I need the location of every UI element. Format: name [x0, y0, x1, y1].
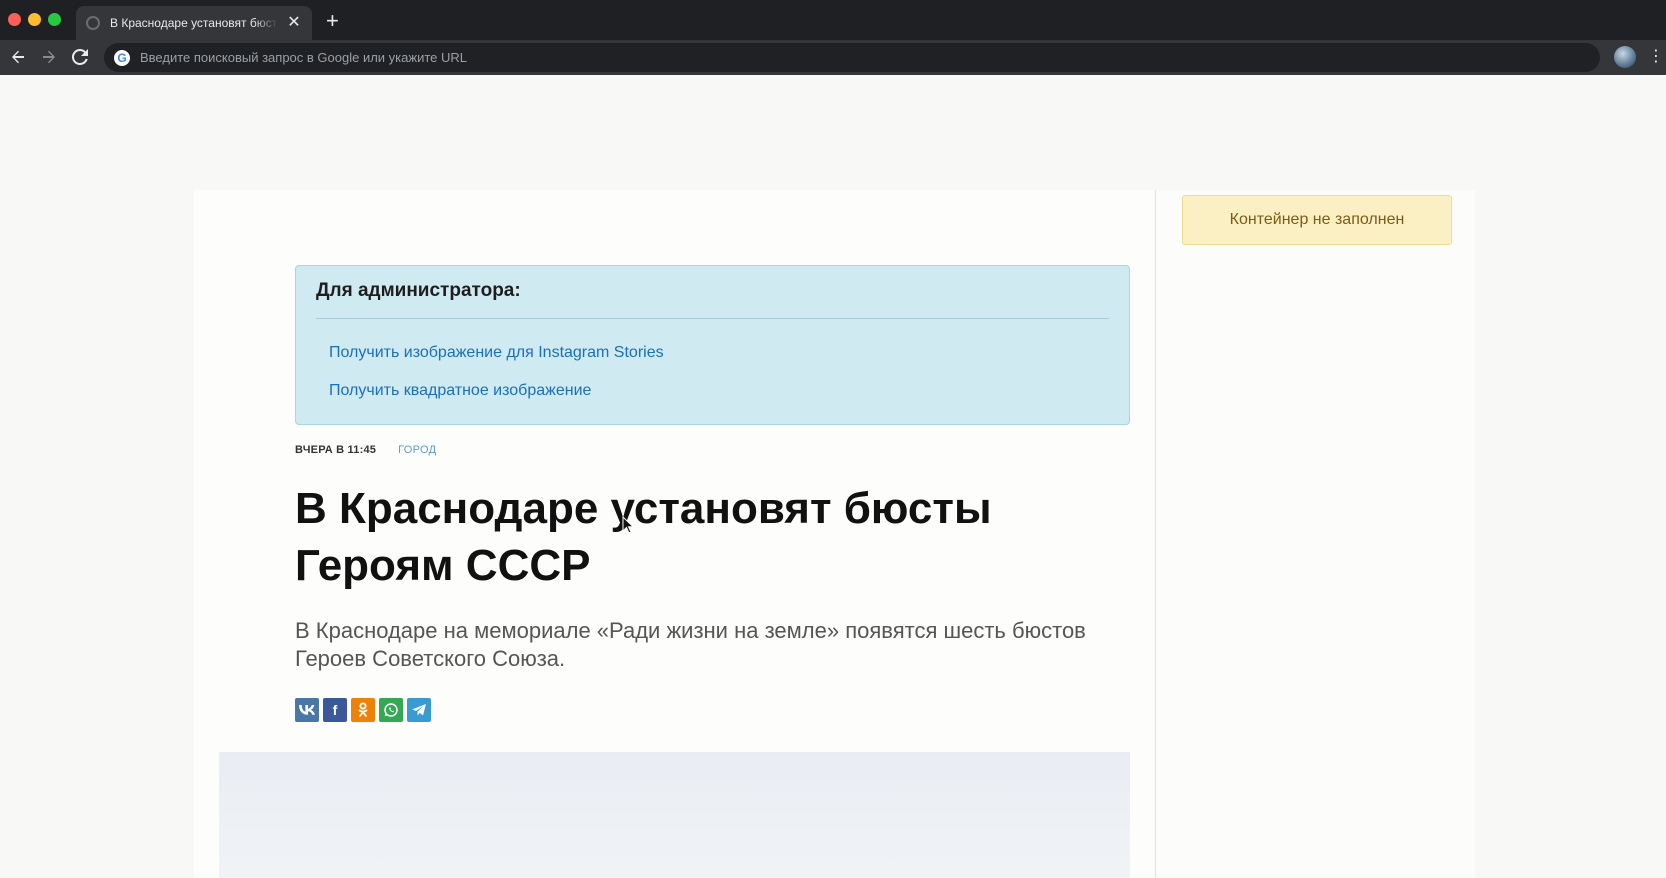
vk-share-icon[interactable] — [295, 698, 319, 722]
minimize-window-button[interactable] — [28, 13, 41, 26]
close-window-button[interactable] — [8, 13, 21, 26]
tab-strip: В Краснодаре установят бюсты Героям СССР… — [0, 0, 1666, 40]
address-bar-placeholder: Введите поисковый запрос в Google или ук… — [140, 50, 467, 65]
share-buttons: f — [295, 698, 431, 722]
sidebar: Контейнер не заполнен — [1155, 190, 1475, 878]
web-page: Для администратора: Получить изображение… — [0, 75, 1666, 878]
favicon-icon — [86, 16, 100, 30]
article-container: Для администратора: Получить изображение… — [194, 190, 1154, 878]
empty-container-banner: Контейнер не заполнен — [1182, 195, 1452, 245]
forward-arrow-icon[interactable] — [37, 45, 61, 69]
browser-toolbar: G Введите поисковый запрос в Google или … — [0, 40, 1666, 75]
back-arrow-icon[interactable] — [6, 45, 30, 69]
browser-chrome: В Краснодаре установят бюсты Героям СССР… — [0, 0, 1666, 75]
mouse-cursor-icon — [622, 516, 634, 534]
tab-close-icon[interactable]: ✕ — [286, 15, 302, 31]
admin-panel: Для администратора: Получить изображение… — [295, 265, 1130, 425]
category-link[interactable]: ГОРОД — [398, 444, 436, 456]
facebook-share-icon[interactable]: f — [323, 698, 347, 722]
publish-date: ВЧЕРА В 11:45 — [295, 444, 377, 456]
article-headline: В Краснодаре установят бюсты Героям СССР — [295, 484, 992, 590]
article-lead: В Краснодаре на мемориале «Ради жизни на… — [295, 618, 1086, 671]
kebab-menu-icon[interactable]: ⋮ — [1648, 46, 1664, 68]
admin-divider — [316, 318, 1109, 319]
active-tab[interactable]: В Краснодаре установят бюсты Героям СССР… — [76, 6, 312, 40]
new-tab-button[interactable]: + — [326, 10, 339, 32]
whatsapp-share-icon[interactable] — [379, 698, 403, 722]
telegram-share-icon[interactable] — [407, 698, 431, 722]
square-image-link[interactable]: Получить квадратное изображение — [329, 382, 591, 400]
admin-title: Для администратора: — [316, 280, 521, 301]
address-bar[interactable]: G Введите поисковый запрос в Google или … — [104, 43, 1600, 72]
maximize-window-button[interactable] — [48, 13, 61, 26]
profile-avatar[interactable] — [1614, 46, 1636, 68]
reload-icon[interactable] — [68, 45, 92, 69]
tab-title: В Краснодаре установят бюсты Героям СССР — [110, 16, 278, 30]
article-hero-image — [219, 752, 1130, 878]
article-meta: ВЧЕРА В 11:45 ГОРОД — [295, 444, 436, 456]
odnoklassniki-share-icon[interactable] — [351, 698, 375, 722]
google-icon: G — [114, 49, 130, 66]
instagram-stories-image-link[interactable]: Получить изображение для Instagram Stori… — [329, 344, 664, 362]
